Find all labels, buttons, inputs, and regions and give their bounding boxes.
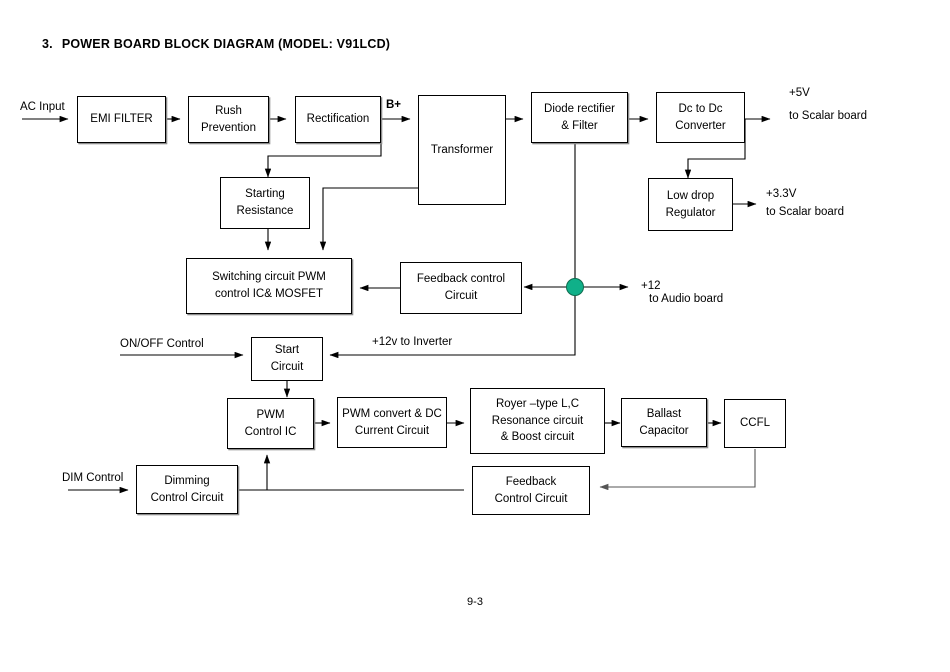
wire-ccfl-to-feedback-lower bbox=[599, 449, 756, 491]
block-emi-filter[interactable]: EMI FILTER bbox=[77, 96, 166, 143]
block-dimming-control-line1: Dimming bbox=[164, 474, 210, 487]
block-feedback-control-lower-line1: Feedback bbox=[505, 475, 557, 488]
block-transformer-line1: Transformer bbox=[430, 143, 494, 156]
block-rectification-line1: Rectification bbox=[306, 113, 370, 126]
block-starting-resistance-line2: Resistance bbox=[236, 205, 294, 217]
block-pwm-convert-dc-current[interactable]: PWM convert & DC Current Circuit bbox=[337, 397, 447, 448]
block-starting-resistance-line1: Starting bbox=[245, 188, 285, 201]
label-out-3v3-destination: to Scalar board bbox=[766, 206, 844, 218]
label-ac-input: AC Input bbox=[20, 101, 65, 113]
block-rectification[interactable]: Rectification bbox=[295, 96, 381, 143]
block-royer-line3: & Boost circuit bbox=[500, 431, 575, 444]
block-diode-rectifier-line1: Diode rectifier bbox=[544, 102, 615, 115]
block-start-circuit-line2: Circuit bbox=[270, 361, 304, 373]
block-royer-resonance-boost[interactable]: Royer –type L,C Resonance circuit & Boos… bbox=[470, 388, 605, 454]
label-out-5v: +5V bbox=[789, 87, 810, 99]
block-ccfl[interactable]: CCFL bbox=[724, 399, 786, 448]
block-rush-prevention-line1: Rush bbox=[215, 104, 242, 117]
label-on-off-control: ON/OFF Control bbox=[120, 338, 204, 350]
block-dc-to-dc-converter[interactable]: Dc to Dc Converter bbox=[656, 92, 745, 143]
block-low-drop-regulator[interactable]: Low drop Regulator bbox=[648, 178, 733, 231]
page-number: 9-3 bbox=[467, 596, 483, 608]
label-b-plus: B+ bbox=[386, 99, 402, 111]
block-low-drop-regulator-line1: Low drop bbox=[666, 189, 715, 202]
label-12v-to-inverter: +12v to Inverter bbox=[372, 336, 453, 348]
block-dimming-control-circuit[interactable]: Dimming Control Circuit bbox=[136, 465, 238, 514]
block-start-circuit-line1: Start bbox=[274, 344, 300, 357]
block-ccfl-line1: CCFL bbox=[739, 417, 771, 430]
block-dc-to-dc-line2: Converter bbox=[675, 119, 726, 132]
block-low-drop-regulator-line2: Regulator bbox=[665, 206, 716, 219]
label-out-5v-destination: to Scalar board bbox=[789, 110, 867, 122]
block-feedback-control-line1: Feedback control bbox=[416, 273, 506, 286]
block-ballast-capacitor-line2: Capacitor bbox=[639, 424, 689, 437]
block-pwm-convert-line2: Current Circuit bbox=[354, 424, 430, 437]
block-switching-circuit[interactable]: Switching circuit PWM control IC& MOSFET bbox=[186, 258, 352, 314]
wire-transformer-to-switching-circuit bbox=[319, 187, 418, 251]
block-royer-line1: Royer –type L,C bbox=[495, 397, 580, 410]
label-out-3v3: +3.3V bbox=[766, 188, 797, 200]
block-feedback-control-lower-line2: Control Circuit bbox=[494, 492, 568, 505]
block-ballast-capacitor[interactable]: Ballast Capacitor bbox=[621, 398, 707, 447]
block-feedback-control-line2: Circuit bbox=[444, 290, 478, 302]
block-pwm-control-ic-line2: Control IC bbox=[244, 425, 297, 438]
block-rush-prevention-line2: Prevention bbox=[201, 121, 256, 134]
block-pwm-control-ic[interactable]: PWM Control IC bbox=[227, 398, 314, 449]
block-switching-circuit-line1: Switching circuit PWM bbox=[212, 271, 326, 284]
block-feedback-control-circuit-lower[interactable]: Feedback Control Circuit bbox=[472, 466, 590, 515]
block-switching-circuit-line2: control IC& MOSFET bbox=[215, 288, 323, 300]
block-start-circuit[interactable]: Start Circuit bbox=[251, 337, 323, 381]
block-diode-rectifier-filter[interactable]: Diode rectifier & Filter bbox=[531, 92, 628, 143]
block-rush-prevention[interactable]: Rush Prevention bbox=[188, 96, 269, 143]
block-diode-rectifier-line2: & Filter bbox=[561, 119, 598, 132]
junction-node-12v bbox=[566, 278, 584, 296]
block-feedback-control-circuit[interactable]: Feedback control Circuit bbox=[400, 262, 522, 314]
block-dc-to-dc-line1: Dc to Dc bbox=[678, 102, 723, 115]
block-dimming-control-line2: Control Circuit bbox=[150, 491, 224, 504]
block-ballast-capacitor-line1: Ballast bbox=[646, 407, 682, 420]
label-dim-control: DIM Control bbox=[62, 472, 124, 484]
block-starting-resistance[interactable]: Starting Resistance bbox=[220, 177, 310, 229]
label-out-12-destination: to Audio board bbox=[649, 293, 724, 305]
block-pwm-convert-line1: PWM convert & DC bbox=[342, 407, 442, 420]
block-pwm-control-ic-line1: PWM bbox=[256, 408, 285, 421]
block-transformer[interactable]: Transformer bbox=[418, 95, 506, 205]
block-emi-filter-line1: EMI FILTER bbox=[90, 113, 153, 126]
block-royer-line2: Resonance circuit bbox=[491, 414, 584, 427]
power-board-block-diagram-page: 3. POWER BOARD BLOCK DIAGRAM (MODEL: V91L… bbox=[0, 0, 950, 672]
